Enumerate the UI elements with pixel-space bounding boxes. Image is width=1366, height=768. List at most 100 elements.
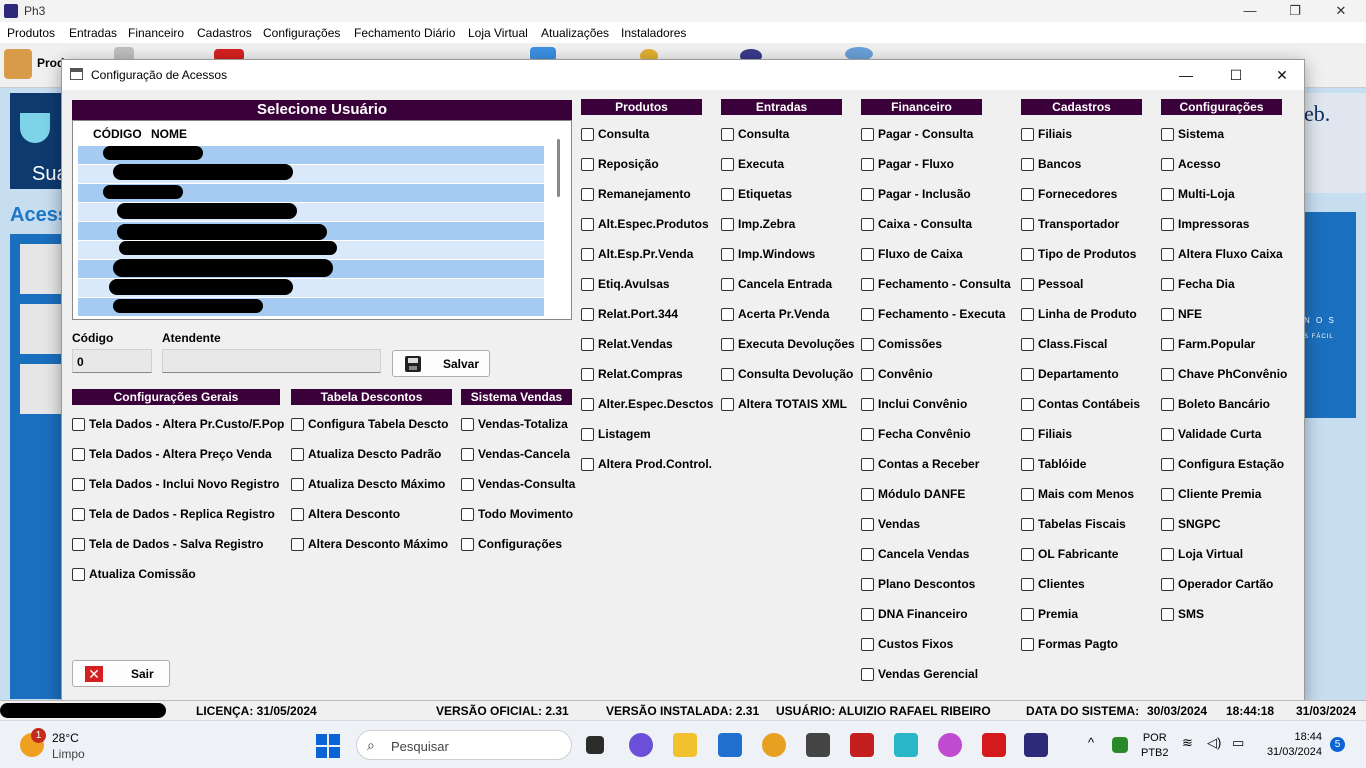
checkbox-box[interactable] [721,337,734,351]
checkbox-label[interactable]: Relat.Vendas [598,337,673,351]
attendant-field[interactable] [162,349,381,373]
checkbox-produtos-9[interactable]: Alter.Espec.Desctos [581,396,713,412]
checkbox-label[interactable]: Configurações [478,537,562,551]
checkbox-label[interactable]: Cancela Vendas [878,547,969,561]
code-field[interactable]: 0 [72,349,152,373]
checkbox-financeiro-7[interactable]: Comissões [861,336,942,352]
checkbox-label[interactable]: Premia [1038,607,1078,621]
checkbox-label[interactable]: Alter.Espec.Desctos [598,397,713,411]
checkbox-label[interactable]: Pagar - Inclusão [878,187,971,201]
checkbox-financeiro-10[interactable]: Fecha Convênio [861,426,971,442]
save-button[interactable]: Salvar [392,350,490,377]
checkbox-label[interactable]: Fornecedores [1038,187,1117,201]
checkbox-cadastros-15[interactable]: Clientes [1021,576,1085,592]
checkbox-label[interactable]: Tela Dados - Altera Pr.Custo/F.Pop [89,417,284,431]
checkbox-box[interactable] [861,547,874,561]
checkbox-label[interactable]: DNA Financeiro [878,607,968,621]
checkbox-box[interactable] [581,277,594,291]
checkbox-configuracoes-7[interactable]: Farm.Popular [1161,336,1255,352]
checkbox-financeiro-16[interactable]: DNA Financeiro [861,606,968,622]
checkbox-configuracoes-1[interactable]: Acesso [1161,156,1221,172]
checkbox-box[interactable] [861,247,874,261]
chat-app-icon[interactable] [629,733,653,757]
checkbox-box[interactable] [72,537,85,551]
checkbox-financeiro-0[interactable]: Pagar - Consulta [861,126,973,142]
checkbox-financeiro-18[interactable]: Vendas Gerencial [861,666,978,682]
checkbox-box[interactable] [861,397,874,411]
checkbox-financeiro-15[interactable]: Plano Descontos [861,576,975,592]
checkbox-label[interactable]: Tipo de Produtos [1038,247,1136,261]
checkbox-label[interactable]: Inclui Convênio [878,397,967,411]
checkbox-cadastros-12[interactable]: Mais com Menos [1021,486,1134,502]
checkbox-label[interactable]: Tela de Dados - Replica Registro [89,507,275,521]
checkbox-box[interactable] [581,307,594,321]
checkbox-box[interactable] [861,127,874,141]
checkbox-configuracoes-10[interactable]: Validade Curta [1161,426,1261,442]
checkbox-configuracoes-15[interactable]: Operador Cartão [1161,576,1273,592]
checkbox-label[interactable]: Alt.Espec.Produtos [598,217,709,231]
checkbox-label[interactable]: Clientes [1038,577,1085,591]
checkbox-label[interactable]: Chave PhConvênio [1178,367,1287,381]
checkbox-entradas-7[interactable]: Executa Devoluções [721,336,855,352]
checkbox-produtos-1[interactable]: Reposição [581,156,659,172]
checkbox-label[interactable]: Relat.Port.344 [598,307,678,321]
menu-entradas[interactable]: Entradas [69,26,117,40]
checkbox-entradas-2[interactable]: Etiquetas [721,186,792,202]
checkbox-sistema_vendas-1[interactable]: Vendas-Cancela [461,446,570,462]
scrollbar-thumb[interactable] [557,139,560,197]
checkbox-label[interactable]: Loja Virtual [1178,547,1243,561]
checkbox-produtos-10[interactable]: Listagem [581,426,651,442]
checkbox-config_gerais-5[interactable]: Atualiza Comissão [72,566,196,582]
checkbox-box[interactable] [1021,427,1034,441]
checkbox-tabela_descontos-2[interactable]: Atualiza Descto Máximo [291,476,445,492]
checkbox-tabela_descontos-0[interactable]: Configura Tabela Descto [291,416,448,432]
edge-browser-icon[interactable] [938,733,962,757]
checkbox-label[interactable]: Imp.Zebra [738,217,795,231]
checkbox-label[interactable]: Transportador [1038,217,1119,231]
checkbox-box[interactable] [1161,187,1174,201]
checkbox-label[interactable]: Contas a Receber [878,457,979,471]
checkbox-box[interactable] [1161,277,1174,291]
checkbox-label[interactable]: Operador Cartão [1178,577,1273,591]
checkbox-produtos-4[interactable]: Alt.Esp.Pr.Venda [581,246,693,262]
checkbox-label[interactable]: Vendas-Consulta [478,477,575,491]
checkbox-financeiro-5[interactable]: Fechamento - Consulta [861,276,1011,292]
checkbox-box[interactable] [581,397,594,411]
user-list[interactable]: CÓDIGO NOME [72,120,572,320]
checkbox-box[interactable] [1021,607,1034,621]
battery-icon[interactable]: ▭ [1232,735,1244,751]
checkbox-configuracoes-2[interactable]: Multi-Loja [1161,186,1235,202]
game-app-icon[interactable] [982,733,1006,757]
checkbox-label[interactable]: Cancela Entrada [738,277,832,291]
checkbox-configuracoes-5[interactable]: Fecha Dia [1161,276,1235,292]
checkbox-box[interactable] [461,477,474,491]
checkbox-label[interactable]: Etiq.Avulsas [598,277,670,291]
checkbox-label[interactable]: Tablóide [1038,457,1086,471]
checkbox-entradas-8[interactable]: Consulta Devolução [721,366,853,382]
checkbox-box[interactable] [1021,397,1034,411]
checkbox-box[interactable] [1021,517,1034,531]
checkbox-box[interactable] [461,507,474,521]
checkbox-entradas-3[interactable]: Imp.Zebra [721,216,795,232]
checkbox-configuracoes-8[interactable]: Chave PhConvênio [1161,366,1287,382]
checkbox-label[interactable]: Vendas-Totaliza [478,417,568,431]
checkbox-box[interactable] [861,607,874,621]
checkbox-box[interactable] [861,487,874,501]
checkbox-produtos-0[interactable]: Consulta [581,126,649,142]
checkbox-entradas-4[interactable]: Imp.Windows [721,246,815,262]
checkbox-label[interactable]: Fechamento - Executa [878,307,1005,321]
filezilla-icon[interactable] [850,733,874,757]
checkbox-entradas-6[interactable]: Acerta Pr.Venda [721,306,829,322]
checkbox-label[interactable]: Caixa - Consulta [878,217,972,231]
checkbox-label[interactable]: SNGPC [1178,517,1221,531]
checkbox-label[interactable]: Convênio [878,367,933,381]
checkbox-box[interactable] [581,157,594,171]
checkbox-label[interactable]: Acesso [1178,157,1221,171]
checkbox-box[interactable] [581,187,594,201]
checkbox-box[interactable] [861,187,874,201]
checkbox-label[interactable]: Atualiza Comissão [89,567,196,581]
checkbox-box[interactable] [581,457,594,471]
checkbox-box[interactable] [861,457,874,471]
checkbox-financeiro-9[interactable]: Inclui Convênio [861,396,967,412]
checkbox-label[interactable]: Imp.Windows [738,247,815,261]
